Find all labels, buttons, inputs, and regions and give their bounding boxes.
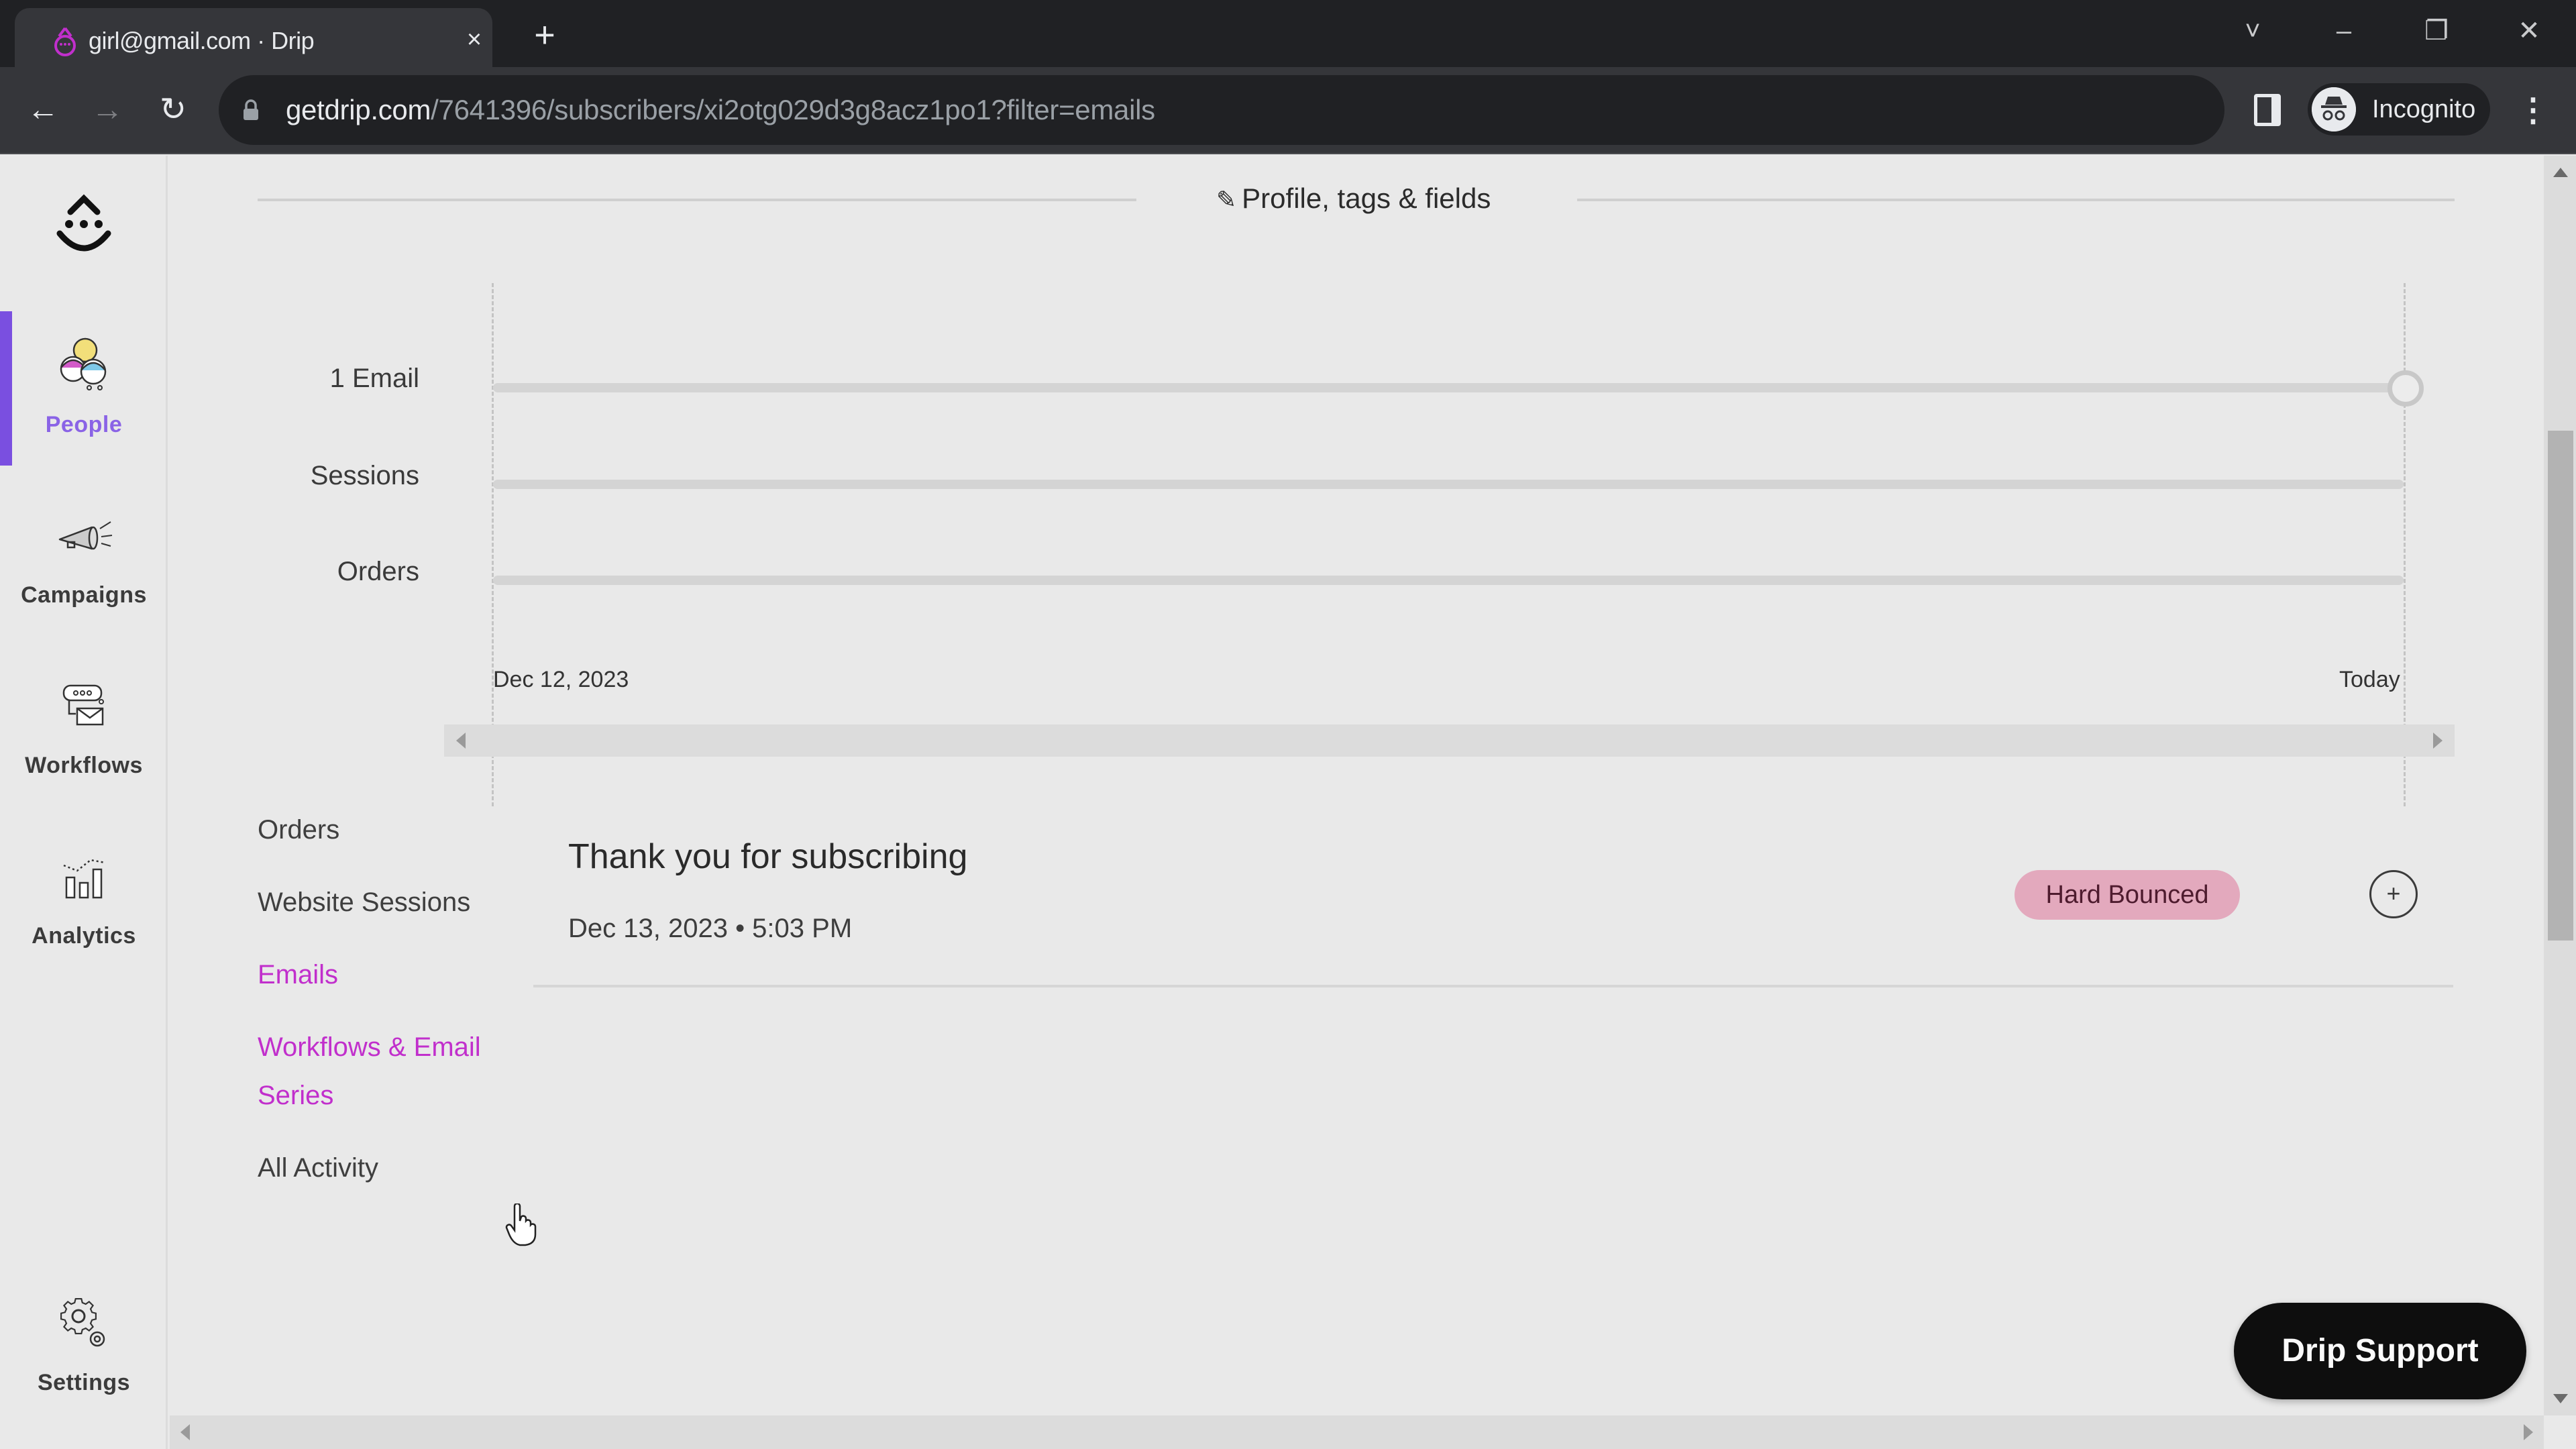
- subnav-website-sessions[interactable]: Website Sessions: [258, 878, 470, 926]
- profile-link-label: Profile, tags & fields: [1242, 182, 1491, 214]
- timeline-start-date: Dec 12, 2023: [493, 667, 629, 692]
- incognito-label: Incognito: [2372, 95, 2476, 123]
- incognito-icon: [2312, 87, 2356, 131]
- scroll-right-icon[interactable]: [2524, 1424, 2533, 1440]
- sidebar-item-people[interactable]: People: [0, 311, 168, 466]
- side-panel-icon[interactable]: [2254, 94, 2281, 126]
- browser-menu-icon[interactable]: ⋮: [2517, 87, 2549, 134]
- forward-button[interactable]: →: [83, 86, 131, 134]
- subnav-emails[interactable]: Emails: [258, 951, 338, 999]
- pencil-icon: ✎: [1216, 186, 1237, 213]
- sidebar-item-campaigns[interactable]: Campaigns: [0, 482, 168, 636]
- timeline-event-point[interactable]: [2387, 370, 2424, 407]
- megaphone-icon: [58, 521, 113, 550]
- subnav-label-line2: Series: [258, 1081, 334, 1110]
- sidebar-item-analytics[interactable]: Analytics: [0, 822, 168, 977]
- analytics-icon: [63, 859, 106, 899]
- sidebar-label: Settings: [37, 1370, 131, 1395]
- scroll-up-icon[interactable]: [2553, 168, 2568, 177]
- subnav-orders[interactable]: Orders: [258, 806, 339, 854]
- browser-toolbar: ← → ↻ getdrip.com/7641396/subscribers/xi…: [0, 67, 2576, 154]
- subnav-all-activity[interactable]: All Activity: [258, 1144, 378, 1192]
- tab-search-icon[interactable]: ˅: [2226, 9, 2279, 52]
- scroll-right-icon[interactable]: [2433, 733, 2443, 749]
- sidebar-item-settings[interactable]: Settings: [0, 1269, 168, 1424]
- browser-window: girl@gmail.com · Drip × + ˅ – ❐ ✕ ← → ↻ …: [0, 0, 2576, 1449]
- url-path: /7641396/subscribers/xi2otg029d3g8acz1po…: [431, 94, 1155, 125]
- drip-favicon-icon: [54, 27, 76, 56]
- divider: [258, 199, 1136, 201]
- status-badge: Hard Bounced: [2015, 870, 2240, 920]
- timeline-end-date: Today: [2339, 667, 2400, 692]
- hand-cursor-icon: [505, 1203, 537, 1246]
- gear-icon: [60, 1298, 105, 1347]
- active-indicator: [0, 311, 12, 466]
- scroll-left-icon[interactable]: [456, 733, 466, 749]
- timeline-row-label: Sessions: [310, 461, 419, 490]
- window-close-button[interactable]: ✕: [2502, 9, 2556, 52]
- timeline-track-emails: [493, 383, 2404, 392]
- divider: [1577, 199, 2455, 201]
- email-subject[interactable]: Thank you for subscribing: [568, 837, 967, 877]
- browser-tab-active[interactable]: girl@gmail.com · Drip ×: [15, 8, 492, 68]
- people-icon: [60, 337, 107, 390]
- sidebar-label: Analytics: [32, 923, 136, 949]
- address-bar[interactable]: getdrip.com/7641396/subscribers/xi2otg02…: [219, 75, 2417, 145]
- url-text[interactable]: getdrip.com/7641396/subscribers/xi2otg02…: [286, 94, 1155, 126]
- divider: [533, 985, 2453, 987]
- minimize-button[interactable]: –: [2317, 9, 2371, 52]
- timeline-row-label: Orders: [337, 557, 419, 586]
- back-button[interactable]: ←: [19, 86, 67, 134]
- subnav-label-line1: Workflows & Email: [258, 1032, 481, 1062]
- page-horizontal-scrollbar[interactable]: [170, 1415, 2544, 1449]
- timeline-scrollbar[interactable]: [444, 724, 2455, 757]
- timeline-track-sessions: [493, 480, 2404, 489]
- subnav-workflows-email-series[interactable]: Workflows & Email Series: [258, 1023, 481, 1120]
- scroll-left-icon[interactable]: [180, 1424, 190, 1440]
- lock-icon[interactable]: [243, 99, 259, 121]
- subscriber-main-panel: ✎ Profile, tags & fields 1 Email Sessions…: [170, 156, 2544, 1415]
- sidebar-label: People: [45, 412, 123, 437]
- email-sent-date: Dec 13, 2023 • 5:03 PM: [568, 914, 853, 943]
- drip-support-button[interactable]: Drip Support: [2234, 1303, 2526, 1399]
- sidebar-item-workflows[interactable]: Workflows: [0, 652, 168, 806]
- scroll-down-icon[interactable]: [2553, 1394, 2568, 1403]
- workflow-icon: [62, 684, 104, 726]
- expand-email-button[interactable]: +: [2369, 870, 2418, 918]
- tab-title: girl@gmail.com · Drip: [89, 27, 315, 54]
- profile-tags-fields-link[interactable]: ✎ Profile, tags & fields: [1216, 182, 1491, 215]
- tab-bar: girl@gmail.com · Drip × + ˅ – ❐ ✕: [0, 0, 2576, 68]
- sidebar-label: Campaigns: [21, 582, 147, 608]
- close-tab-icon[interactable]: ×: [458, 23, 491, 56]
- new-tab-button[interactable]: +: [526, 16, 564, 54]
- scrollbar-thumb[interactable]: [2548, 431, 2573, 941]
- url-host: getdrip.com: [286, 94, 431, 125]
- timeline-row-label: 1 Email: [329, 364, 419, 393]
- page-vertical-scrollbar[interactable]: [2544, 156, 2576, 1415]
- app-sidebar: People Campaigns Workflows Analytics Set…: [0, 156, 168, 1449]
- reload-button[interactable]: ↻: [149, 86, 197, 134]
- timeline-track-orders: [493, 576, 2404, 585]
- drip-logo-icon[interactable]: [50, 189, 117, 263]
- sidebar-label: Workflows: [25, 753, 143, 778]
- restore-button[interactable]: ❐: [2410, 9, 2463, 52]
- incognito-profile-button[interactable]: Incognito: [2308, 83, 2490, 136]
